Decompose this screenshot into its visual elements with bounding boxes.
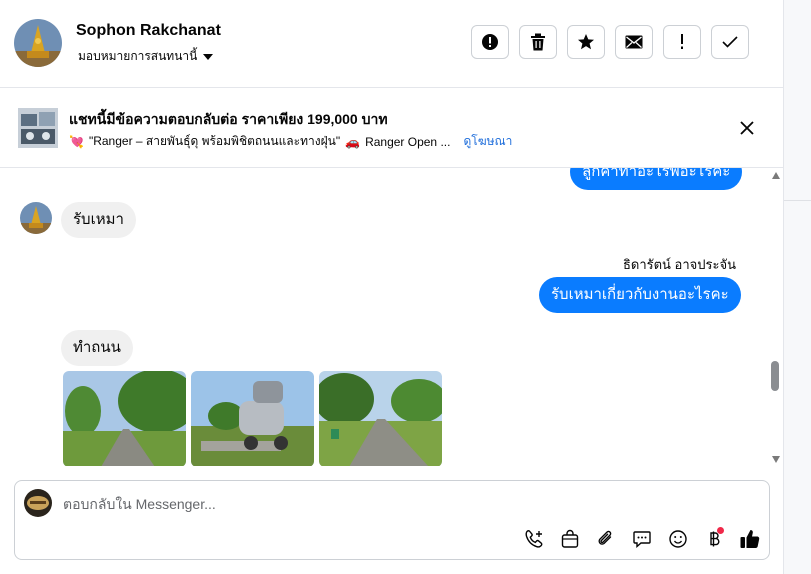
close-icon: [740, 121, 754, 135]
attachment-icon[interactable]: [593, 527, 618, 551]
add-call-icon[interactable]: [521, 527, 546, 551]
contact-avatar[interactable]: [14, 19, 62, 67]
ad-title: แชทนี้มีข้อความตอบกลับต่อ ราคาเพียง 199,…: [69, 111, 388, 127]
envelope-icon: [625, 35, 643, 49]
thumbs-up-icon[interactable]: [737, 527, 762, 551]
ad-thumbnail[interactable]: [18, 108, 58, 148]
message-list: ลูกค้าทำอะไรพอะไรคะ รับเหมา ธิดารัตน์ อา…: [0, 168, 783, 466]
reply-composer: [14, 480, 770, 560]
incoming-message[interactable]: รับเหมา: [61, 202, 136, 238]
contact-name[interactable]: Sophon Rakchanat: [76, 22, 221, 40]
alert-circle-icon: [482, 34, 498, 50]
right-side-panel: [784, 0, 811, 574]
scroll-up-arrow-icon[interactable]: [772, 172, 780, 179]
emoji-icon[interactable]: [665, 527, 690, 551]
header-actions: [471, 25, 749, 59]
conversation-header: Sophon Rakchanat มอบหมายการสนทนานี้: [0, 0, 783, 88]
scroll-down-arrow-icon[interactable]: [772, 456, 780, 463]
view-ad-link[interactable]: ดูโฆษณา: [463, 132, 512, 151]
trash-icon: [531, 33, 545, 51]
page-avatar: [24, 489, 52, 517]
reply-input[interactable]: [63, 493, 663, 515]
scroll-thumb[interactable]: [771, 361, 779, 391]
saved-reply-icon[interactable]: [629, 527, 654, 551]
baht-payment-icon[interactable]: [701, 527, 726, 551]
mark-unread-button[interactable]: [615, 25, 653, 59]
ad-description: 💘 "Ranger – สายพันธุ์ดุ พร้อมพิชิตถนนและ…: [69, 132, 512, 151]
assign-conversation-dropdown[interactable]: มอบหมายการสนทนานี้: [78, 47, 214, 66]
contact-avatar-small: [20, 202, 52, 234]
caret-down-icon: [203, 53, 214, 60]
outgoing-message[interactable]: รับเหมาเกี่ยวกับงานอะไรคะ: [539, 277, 741, 313]
delete-button[interactable]: [519, 25, 557, 59]
report-button[interactable]: [663, 25, 701, 59]
close-ad-button[interactable]: [736, 117, 758, 139]
ad-banner: แชทนี้มีข้อความตอบกลับต่อ ราคาเพียง 199,…: [0, 88, 783, 168]
star-button[interactable]: [567, 25, 605, 59]
notification-dot: [717, 527, 724, 534]
check-icon: [722, 36, 738, 48]
assign-label: มอบหมายการสนทนานี้: [78, 49, 198, 63]
heart-arrow-icon: 💘: [69, 134, 84, 149]
sender-name: ธิดารัตน์ อาจประจัน: [622, 257, 736, 272]
mark-spam-button[interactable]: [471, 25, 509, 59]
shopping-bag-icon[interactable]: [557, 527, 582, 551]
car-icon: 🚗: [345, 134, 361, 149]
message-scrollbar[interactable]: [770, 168, 782, 466]
outgoing-message[interactable]: ลูกค้าทำอะไรพอะไรคะ: [570, 168, 743, 190]
composer-tools: [521, 527, 762, 551]
star-icon: [578, 34, 594, 50]
mark-done-button[interactable]: [711, 25, 749, 59]
road-photo-1[interactable]: [63, 371, 186, 466]
divider: [784, 200, 811, 201]
road-photo-2[interactable]: [319, 371, 442, 466]
cement-mixer-photo[interactable]: [191, 371, 314, 466]
exclamation-icon: [681, 34, 683, 49]
conversation-panel: Sophon Rakchanat มอบหมายการสนทนานี้ แชทน…: [0, 0, 783, 574]
incoming-message[interactable]: ทำถนน: [61, 330, 133, 366]
